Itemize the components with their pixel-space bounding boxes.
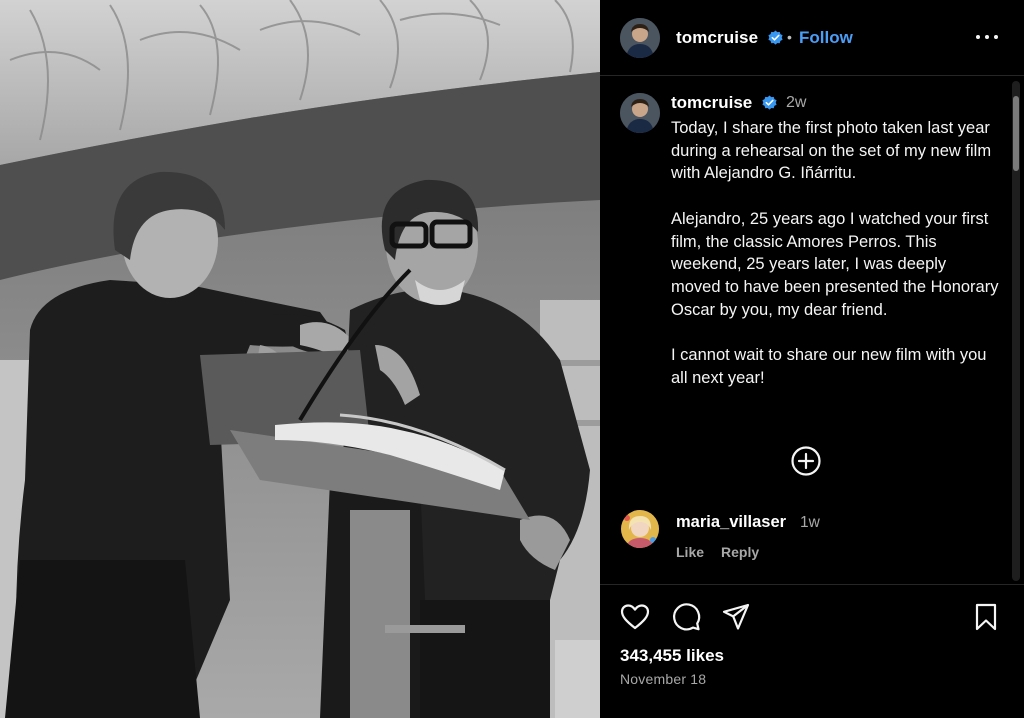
caption-text: Today, I share the first photo taken las… <box>671 117 999 412</box>
plus-circle-icon[interactable] <box>790 445 822 477</box>
caption-paragraph: I cannot wait to share our new film with… <box>671 346 987 387</box>
verified-badge-icon <box>768 30 783 45</box>
comment-reply-button[interactable]: Reply <box>721 544 759 560</box>
post-actions: 343,455 likes November 18 <box>600 584 1024 718</box>
likes-count[interactable]: 343,455 likes <box>620 646 724 666</box>
header-separator: • <box>787 29 792 45</box>
caption-timestamp: 2w <box>786 94 807 111</box>
comment-icon[interactable] <box>670 601 702 633</box>
comment-username[interactable]: maria_villaser <box>676 513 786 532</box>
post-detail-panel: tomcruise • Follow tomcruise 2w Today, I… <box>600 0 1024 718</box>
comments-section[interactable]: tomcruise 2w Today, I share the first ph… <box>600 77 1024 583</box>
author-username[interactable]: tomcruise <box>676 28 784 48</box>
verified-badge-icon <box>762 95 777 110</box>
caption-paragraph: Today, I share the first photo taken las… <box>671 119 992 183</box>
scrollbar-thumb[interactable] <box>1013 96 1019 171</box>
comment-like-button[interactable]: Like <box>676 544 704 560</box>
post-image <box>0 0 600 718</box>
commenter-avatar[interactable] <box>621 510 659 548</box>
post-header: tomcruise • Follow <box>600 0 1024 76</box>
caption-paragraph: Alejandro, 25 years ago I watched your f… <box>671 209 999 319</box>
heart-icon[interactable] <box>619 601 651 633</box>
more-options-icon[interactable] <box>974 24 1000 50</box>
caption-author-avatar[interactable] <box>620 93 660 133</box>
send-icon[interactable] <box>720 601 752 633</box>
post-photo[interactable] <box>0 0 600 718</box>
bookmark-icon[interactable] <box>970 601 1002 633</box>
author-avatar[interactable] <box>620 18 660 58</box>
comment-timestamp: 1w <box>800 514 820 531</box>
caption-username[interactable]: tomcruise <box>671 93 778 113</box>
follow-button[interactable]: Follow <box>799 28 853 48</box>
post-date: November 18 <box>620 671 707 687</box>
